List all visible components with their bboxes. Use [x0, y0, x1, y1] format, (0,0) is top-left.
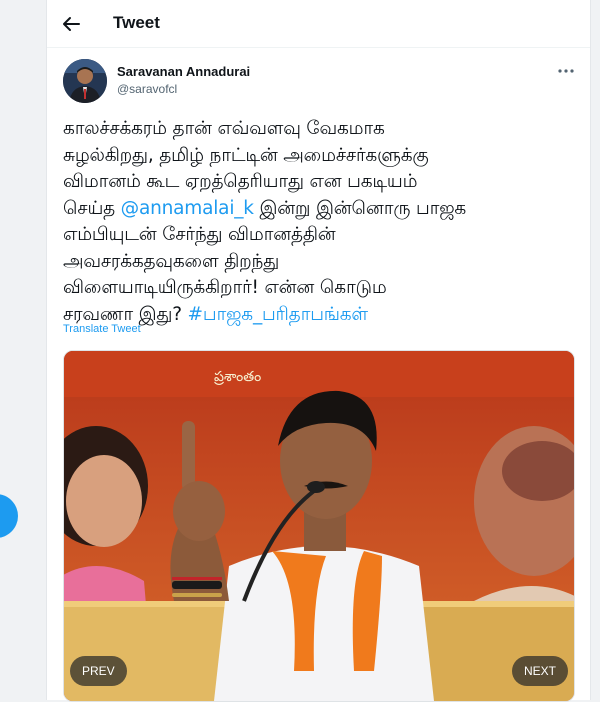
translate-link[interactable]: Translate Tweet: [63, 323, 141, 335]
tweet-line: காலச்சக்கரம் தான் எவ்வளவு வேகமாக: [63, 118, 385, 139]
side-compose-button[interactable]: [0, 494, 18, 538]
tweet-text: காலச்சக்கரம் தான் எவ்வளவு வேகமாக சுழல்கி…: [63, 116, 579, 328]
tweet-media-photo[interactable]: ప్రశాంతం PREV NEXT: [63, 350, 575, 702]
tweet-header: Tweet: [47, 0, 590, 48]
tweet-line: விமானம் கூட ஏறத்தெரியாது என பகடியம்: [63, 171, 418, 192]
author-handle[interactable]: @saravofcl: [117, 82, 177, 96]
speaker-photo: ప్రశాంతం: [64, 351, 574, 701]
tweet-line: விளையாடியிருக்கிறார்! என்ன கொடும: [63, 277, 387, 298]
tweet-line-suffix: இன்று இன்னொரு பாஜக: [259, 197, 467, 219]
tweet-column: Tweet Saravanan Annadurai @saravofcl கால…: [46, 0, 591, 702]
page-title: Tweet: [113, 13, 160, 32]
banner-text: ప్రశాంతం: [214, 369, 261, 385]
hashtag-link[interactable]: #பாஜக_பரிதாபங்கள்: [188, 304, 369, 325]
tweet-line: சுழல்கிறது, தமிழ் நாட்டின் அமைச்சர்களுக்…: [63, 144, 429, 166]
tweet-line-prefix: செய்த: [63, 197, 115, 219]
back-arrow-icon[interactable]: [59, 12, 83, 36]
avatar[interactable]: [63, 59, 107, 103]
tweet-line: செய்த @annamalai_k இன்று இன்னொரு பாஜக: [63, 196, 579, 223]
more-icon[interactable]: [555, 64, 577, 78]
tweet-line-prefix: சரவணா இது?: [63, 303, 182, 325]
author-name[interactable]: Saravanan Annadurai: [117, 64, 250, 79]
next-button[interactable]: NEXT: [511, 656, 568, 686]
tweet-line: எம்பியுடன் சேர்ந்து விமானத்தின்: [63, 224, 336, 245]
prev-button[interactable]: PREV: [70, 656, 127, 686]
tweet-line: அவசரக்கதவுகளை திறந்து: [63, 250, 280, 272]
mention-link[interactable]: @annamalai_k: [121, 198, 254, 219]
